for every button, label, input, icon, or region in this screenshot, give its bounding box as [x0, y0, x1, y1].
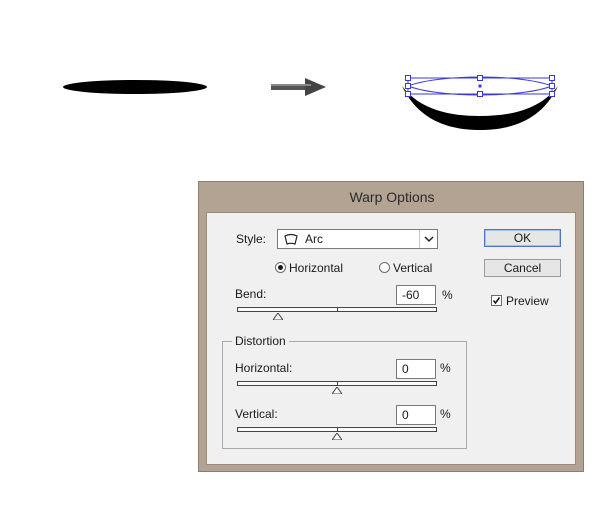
vertical-radio-option[interactable]: Vertical	[379, 260, 441, 276]
preview-option[interactable]: Preview	[491, 293, 561, 309]
chevron-down-icon	[419, 230, 438, 248]
distortion-horizontal-unit: %	[440, 361, 451, 375]
distortion-legend: Distortion	[232, 334, 289, 348]
style-value: Arc	[305, 232, 323, 246]
distortion-group	[222, 341, 467, 449]
right-arrow-icon	[271, 78, 326, 96]
dialog-title: Warp Options	[349, 189, 435, 205]
preview-checkbox[interactable]	[491, 295, 502, 306]
warp-illustration	[63, 75, 558, 130]
cancel-button[interactable]: Cancel	[484, 259, 561, 277]
original-ellipse-shape	[63, 80, 207, 94]
style-dropdown[interactable]: Arc	[277, 229, 438, 249]
distortion-vertical-input[interactable]: 0	[396, 405, 436, 425]
preview-label: Preview	[506, 294, 549, 308]
bend-slider-thumb[interactable]	[273, 313, 283, 320]
distortion-vertical-label: Vertical:	[235, 407, 278, 421]
vertical-radio[interactable]	[379, 262, 390, 273]
bend-label: Bend:	[235, 287, 267, 301]
arc-warp-icon	[284, 233, 298, 245]
horizontal-radio-label: Horizontal	[289, 261, 344, 275]
horizontal-radio[interactable]	[275, 262, 286, 273]
distortion-vertical-slider-track[interactable]	[237, 427, 437, 432]
checkmark-icon	[492, 297, 501, 305]
distortion-horizontal-slider-track[interactable]	[237, 381, 437, 386]
warp-options-dialog: Warp Options Style: Arc Horizontal Verti…	[198, 181, 584, 472]
distortion-horizontal-label: Horizontal:	[235, 361, 293, 375]
distortion-vertical-unit: %	[440, 407, 451, 421]
selection-bounding-box	[405, 75, 555, 97]
dialog-body: Style: Arc Horizontal Vertical Bend: -60…	[206, 212, 576, 465]
style-label: Style:	[236, 232, 267, 246]
vertical-radio-label: Vertical	[393, 261, 433, 275]
bend-slider-track[interactable]	[237, 307, 437, 312]
distortion-vertical-slider-thumb[interactable]	[332, 433, 342, 440]
distortion-horizontal-slider-thumb[interactable]	[332, 387, 342, 394]
bend-unit: %	[442, 288, 453, 302]
ok-button[interactable]: OK	[484, 229, 561, 247]
distortion-horizontal-input[interactable]: 0	[396, 359, 436, 379]
bend-value-input[interactable]: -60	[396, 285, 436, 305]
horizontal-radio-option[interactable]: Horizontal	[275, 260, 347, 276]
